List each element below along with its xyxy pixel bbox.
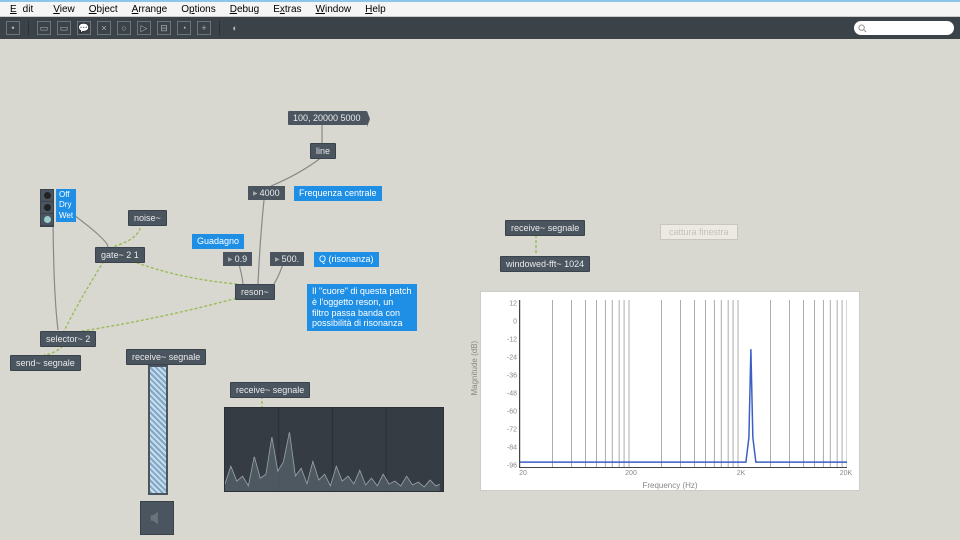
obj-noise[interactable]: noise~ (128, 210, 167, 226)
msg-line-args[interactable]: 100, 20000 5000 (288, 111, 367, 125)
obj-line[interactable]: line (310, 143, 336, 159)
radio-labels: Off Dry Wet (56, 189, 76, 222)
menu-debug[interactable]: Debug (224, 4, 265, 15)
num-freq[interactable]: 4000 (248, 186, 285, 200)
obj-selector[interactable]: selector~ 2 (40, 331, 96, 347)
scope[interactable] (224, 407, 444, 492)
menu-view[interactable]: View (47, 4, 81, 15)
speaker-icon (148, 509, 166, 527)
menu-edit[interactable]: Edit (4, 4, 45, 15)
menu-extras[interactable]: Extras (267, 4, 307, 15)
search-icon (858, 24, 867, 33)
spectrum-ylabel: Magnitude (dB) (470, 341, 479, 396)
comment-reson: Il "cuore" di questa patch è l'oggetto r… (307, 284, 417, 331)
obj-send[interactable]: send~ segnale (10, 355, 81, 371)
spectroscope[interactable]: Magnitude (dB) Frequency (Hz) 12 0 -12 -… (480, 291, 860, 491)
comment-q: Q (risonanza) (314, 252, 379, 267)
comment-icon[interactable]: 💬 (77, 21, 91, 35)
bang-icon[interactable]: ○ (117, 21, 131, 35)
menu-options[interactable]: Options (175, 4, 221, 15)
obj-windowed-fft[interactable]: windowed-fft~ 1024 (500, 256, 590, 272)
obj-gate[interactable]: gate~ 2 1 (95, 247, 145, 263)
patch-canvas[interactable]: Off Dry Wet noise~ gate~ 2 1 selector~ 2… (0, 39, 960, 540)
dial-icon[interactable]: ◔ (177, 21, 191, 35)
new-message-icon[interactable]: ▭ (57, 21, 71, 35)
slider-icon[interactable]: ⊟ (157, 21, 171, 35)
lock-icon[interactable]: • (6, 21, 20, 35)
obj-receive-fft[interactable]: receive~ segnale (505, 220, 585, 236)
ezdac[interactable] (140, 501, 174, 535)
new-object-icon[interactable]: ▭ (37, 21, 51, 35)
spectrum-xlabel: Frequency (Hz) (642, 481, 697, 490)
comment-gain: Guadagno (192, 234, 244, 249)
num-gain[interactable]: 0.9 (223, 252, 252, 266)
comment-freq: Frequenza centrale (294, 186, 382, 201)
menu-object[interactable]: Object (83, 4, 124, 15)
gain-slider[interactable] (148, 365, 168, 495)
toggle-icon[interactable]: × (97, 21, 111, 35)
num-q[interactable]: 500. (270, 252, 304, 266)
obj-receive-scope[interactable]: receive~ segnale (230, 382, 310, 398)
number-icon[interactable]: ▷ (137, 21, 151, 35)
plus-icon[interactable]: + (197, 21, 211, 35)
menu-arrange[interactable]: Arrange (126, 4, 174, 15)
menu-help[interactable]: Help (359, 4, 392, 15)
menu-window[interactable]: Window (310, 4, 358, 15)
radio-off-dry-wet[interactable] (40, 189, 54, 227)
toolbar: • ▭ ▭ 💬 × ○ ▷ ⊟ ◔ + ◐ (0, 17, 960, 39)
obj-reson[interactable]: reson~ (235, 284, 275, 300)
presentation-icon[interactable]: ◐ (228, 21, 242, 35)
menubar[interactable]: Edit View Object Arrange Options Debug E… (0, 2, 960, 17)
obj-receive-slider[interactable]: receive~ segnale (126, 349, 206, 365)
ghost-cattura[interactable]: cattura finestra (660, 224, 738, 240)
search-input[interactable] (854, 21, 954, 35)
